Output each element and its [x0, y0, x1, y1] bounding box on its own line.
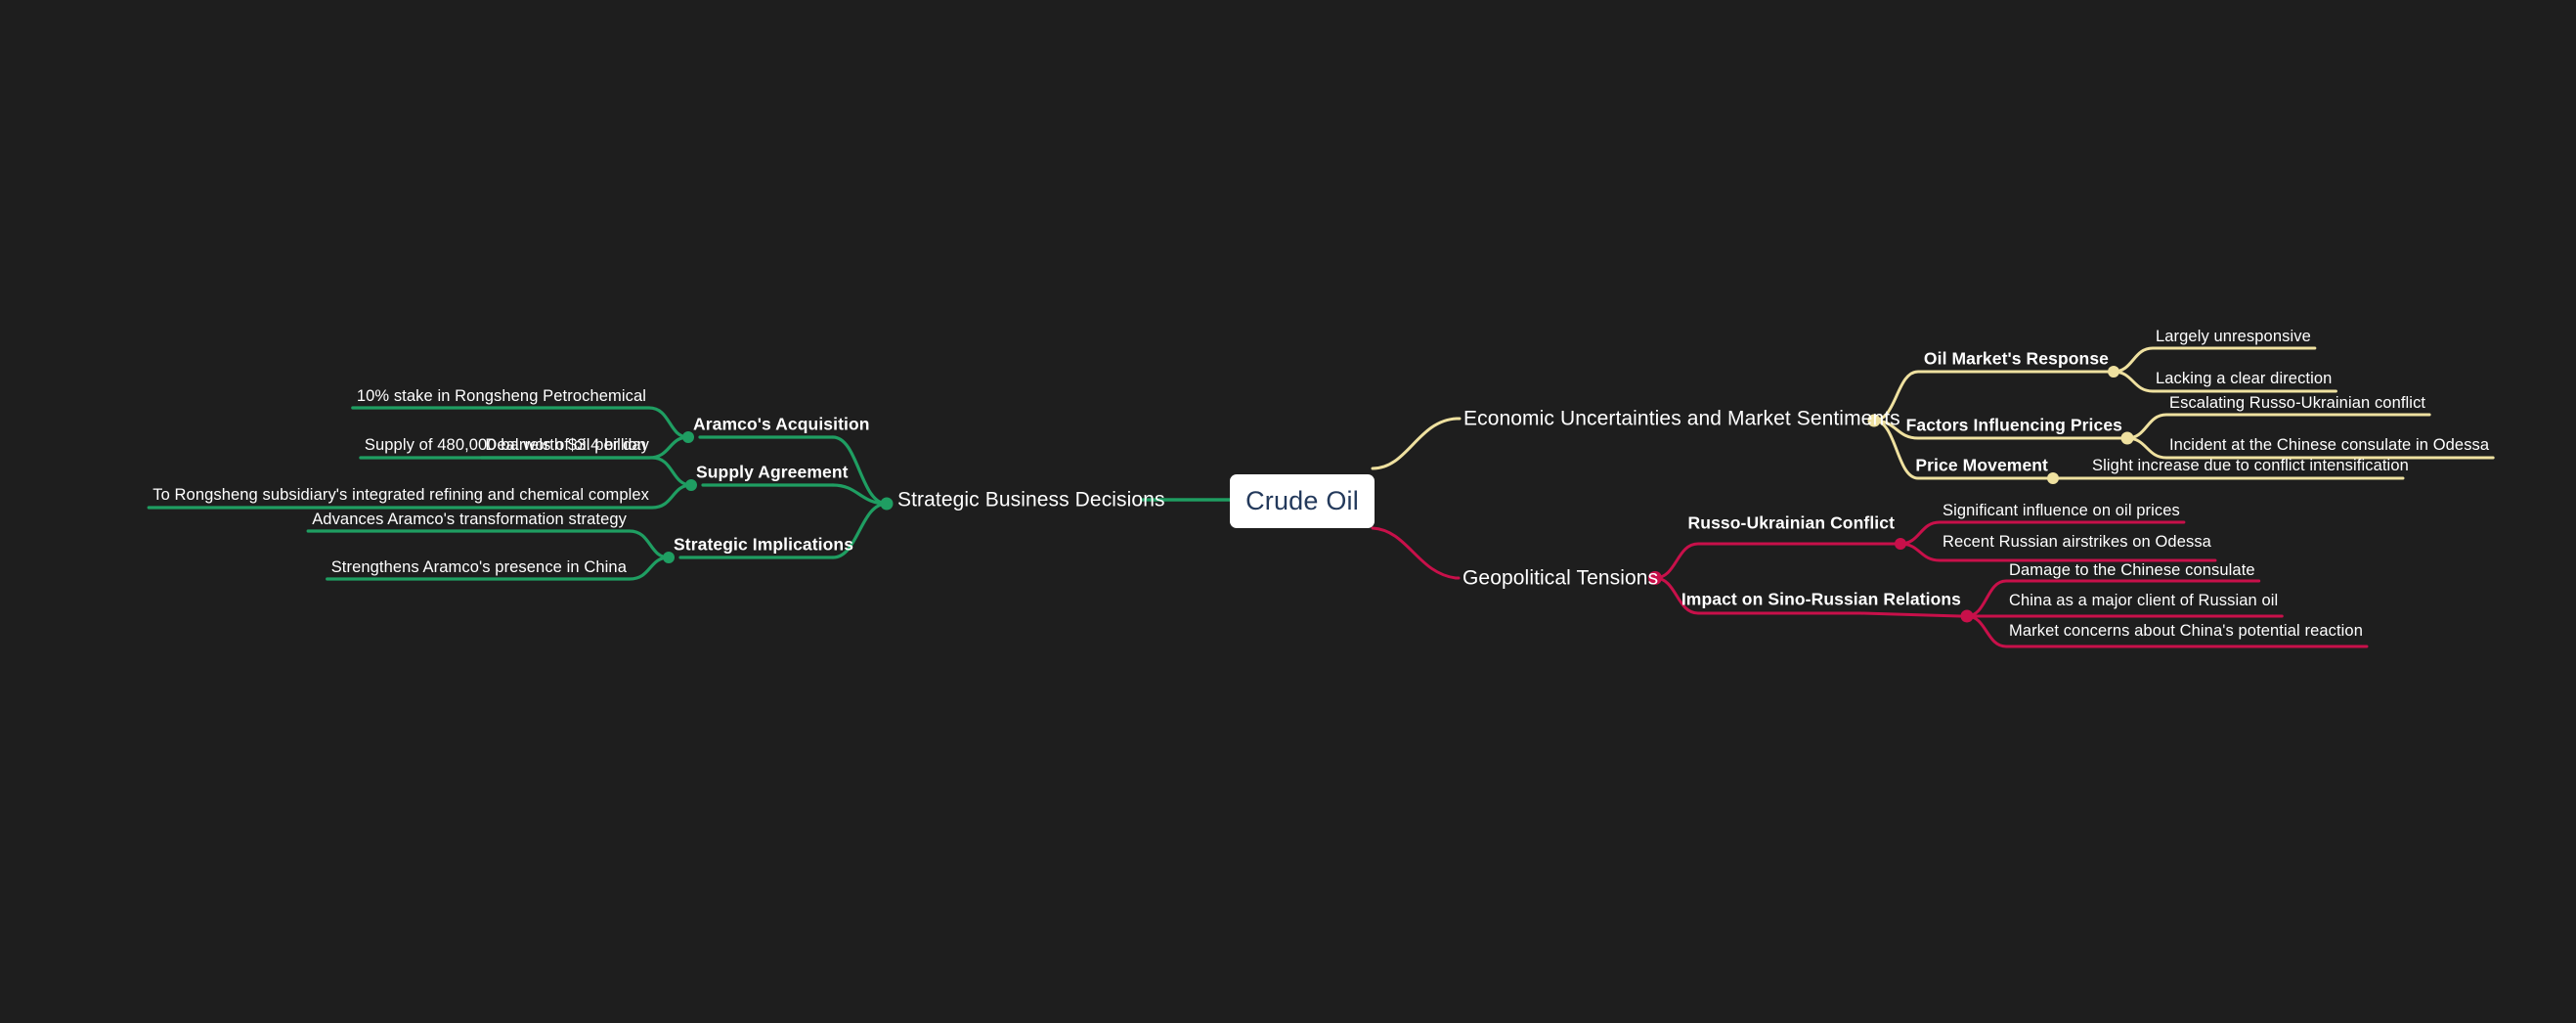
leaf-strengthens-presence-china[interactable]: Strengthens Aramco's presence in China	[331, 559, 627, 576]
branch-label-economic[interactable]: Economic Uncertainties and Market Sentim…	[1463, 409, 1900, 429]
root-node[interactable]: Crude Oil	[1230, 474, 1375, 528]
leaf-damage-chinese-consulate[interactable]: Damage to the Chinese consulate	[2009, 562, 2255, 579]
node-dot-price	[2047, 472, 2059, 484]
node-dot-strategic	[880, 497, 894, 511]
subbranch-label-factors-influencing-prices[interactable]: Factors Influencing Prices	[1906, 417, 2122, 434]
mindmap-canvas: Crude Oil Strategic Business Decisions A…	[0, 0, 2576, 1023]
subbranch-label-russo-ukrainian-conflict[interactable]: Russo-Ukrainian Conflict	[1688, 514, 1895, 532]
leaf-significant-influence-oil-prices[interactable]: Significant influence on oil prices	[1943, 503, 2180, 519]
leaf-rongsheng-subsidiary-complex[interactable]: To Rongsheng subsidiary's integrated ref…	[153, 487, 649, 504]
leaf-slight-increase-conflict-intensification[interactable]: Slight increase due to conflict intensif…	[2092, 458, 2409, 474]
subbranch-label-aramcos-acquisition[interactable]: Aramco's Acquisition	[693, 416, 870, 433]
subbranch-label-oil-markets-response[interactable]: Oil Market's Response	[1924, 350, 2109, 368]
connector-root-geopolitical	[1371, 526, 1461, 580]
connector-root-economic	[1371, 417, 1462, 470]
connector-economic-to-oilmarket	[1872, 370, 2116, 423]
branch-label-strategic[interactable]: Strategic Business Decisions	[897, 490, 1165, 511]
leaf-incident-chinese-consulate-odessa[interactable]: Incident at the Chinese consulate in Ode…	[2169, 437, 2489, 454]
connector-implications-leaf-1	[306, 529, 671, 559]
subbranch-label-impact-sino-russian-relations[interactable]: Impact on Sino-Russian Relations	[1681, 591, 1961, 608]
connector-geo-to-conflict	[1653, 542, 1902, 580]
leaf-recent-russian-airstrikes-odessa[interactable]: Recent Russian airstrikes on Odessa	[1943, 534, 2211, 551]
connector-factors-leaf-1	[2125, 413, 2431, 440]
leaf-market-concerns-china-reaction[interactable]: Market concerns about China's potential …	[2009, 623, 2363, 640]
connector-oilmarket-leaf-1	[2112, 346, 2317, 374]
root-node-label: Crude Oil	[1245, 486, 1359, 515]
connector-supply-leaf-1	[359, 456, 693, 487]
connector-sino-spine	[1858, 611, 1962, 618]
subbranch-label-strategic-implications[interactable]: Strategic Implications	[674, 536, 853, 554]
leaf-advances-transformation-strategy[interactable]: Advances Aramco's transformation strateg…	[312, 512, 627, 528]
branch-label-geopolitical[interactable]: Geopolitical Tensions	[1463, 568, 1658, 589]
leaf-10-stake-rongsheng[interactable]: 10% stake in Rongsheng Petrochemical	[357, 388, 646, 405]
connector-acquisition-leaf-1	[351, 406, 690, 439]
subbranch-label-price-movement[interactable]: Price Movement	[1915, 457, 2048, 474]
leaf-largely-unresponsive[interactable]: Largely unresponsive	[2156, 329, 2311, 345]
leaf-china-major-client-russian-oil[interactable]: China as a major client of Russian oil	[2009, 593, 2278, 609]
leaf-escalating-russo-ukrainian-conflict[interactable]: Escalating Russo-Ukrainian conflict	[2169, 395, 2425, 412]
leaf-supply-480000-barrels[interactable]: Supply of 480,000 barrels of oil per day	[365, 437, 649, 454]
leaf-lacking-clear-direction[interactable]: Lacking a clear direction	[2156, 371, 2332, 387]
subbranch-label-supply-agreement[interactable]: Supply Agreement	[696, 464, 849, 481]
